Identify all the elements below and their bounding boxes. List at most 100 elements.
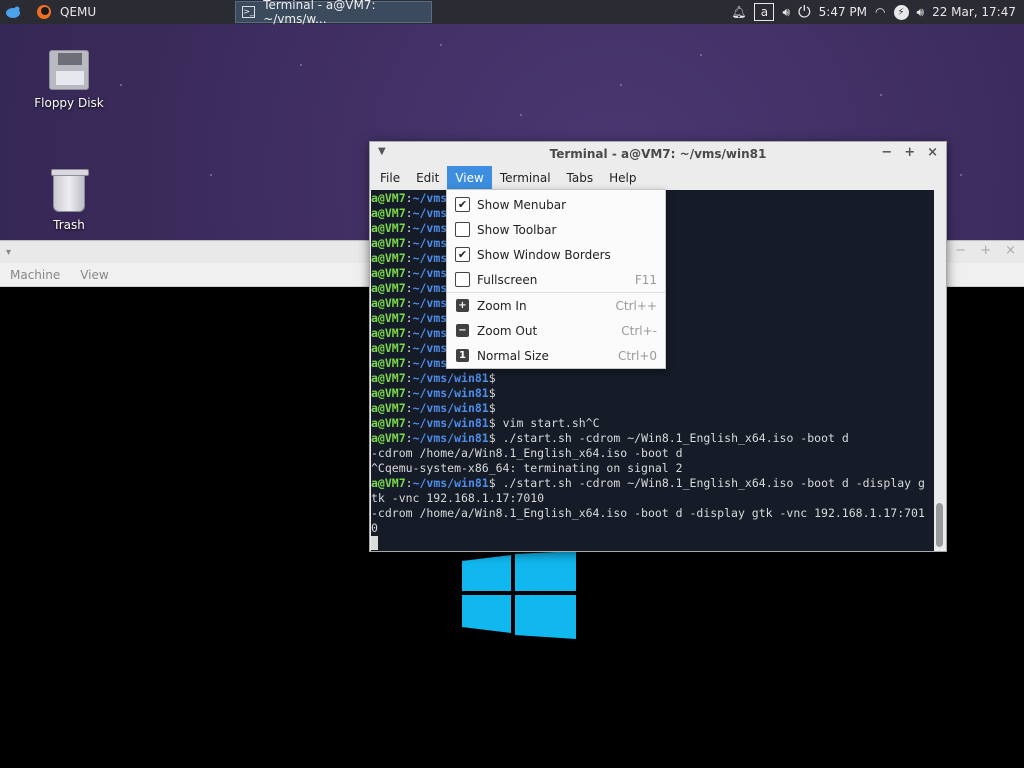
prompt-user: a@VM7 (371, 191, 406, 205)
menu-item-zoom-in[interactable]: + Zoom In Ctrl++ (447, 293, 665, 318)
prompt-separator: : (405, 326, 413, 340)
menu-item-show-window-borders[interactable]: ✔ Show Window Borders (447, 242, 665, 267)
prompt-user: a@VM7 (371, 266, 406, 280)
prompt-separator: : (405, 356, 413, 370)
terminal-line: a@VM7:~/vms/win81$ vim start.sh^C (371, 416, 934, 431)
qemu-icon (37, 5, 51, 19)
prompt-user: a@VM7 (371, 431, 406, 445)
checkbox-unchecked-icon[interactable] (455, 272, 470, 287)
prompt-user: a@VM7 (371, 356, 406, 370)
terminal-line-text: -cdrom /home/a/Win8.1_English_x64.iso -b… (371, 506, 925, 520)
prompt-dollar: $ (488, 476, 496, 490)
prompt-path: ~/vms/win81 (412, 476, 489, 490)
prompt-separator: : (405, 206, 413, 220)
prompt-separator: : (405, 266, 413, 280)
menu-item-label: Normal Size (477, 348, 549, 363)
checkbox-checked-icon[interactable]: ✔ (455, 197, 470, 212)
terminal-line: a@VM7:~/vms/win81$ ./start.sh -cdrom ~/W… (371, 476, 934, 491)
prompt-separator: : (405, 251, 413, 265)
prompt-separator: : (405, 296, 413, 310)
terminal-menu-terminal[interactable]: Terminal (492, 166, 559, 190)
prompt-user: a@VM7 (371, 236, 406, 250)
terminal-line: tk -vnc 192.168.1.17:7010 (371, 491, 934, 506)
desktop-icon-floppy[interactable]: Floppy Disk (24, 50, 114, 110)
checkbox-unchecked-icon[interactable] (455, 222, 470, 237)
qemu-launcher[interactable]: QEMU (26, 0, 106, 24)
desktop-icon-label: Trash (53, 218, 85, 232)
close-icon[interactable]: × (1005, 243, 1016, 258)
close-icon[interactable]: × (927, 145, 938, 160)
qemu-window-controls: − + × (955, 243, 1016, 258)
taskbar-terminal-button[interactable]: >_ Terminal - a@VM7: ~/vms/w... (235, 0, 432, 26)
prompt-separator: : (405, 221, 413, 235)
menu-item-label: Show Window Borders (477, 247, 611, 262)
terminal-scrollbar[interactable] (934, 190, 945, 551)
prompt-user: a@VM7 (371, 386, 406, 400)
prompt-user: a@VM7 (371, 296, 406, 310)
qemu-menu-view[interactable]: View (80, 268, 108, 282)
prompt-separator: : (405, 431, 413, 445)
menu-item-label: Show Toolbar (477, 222, 557, 237)
prompt-user: a@VM7 (371, 416, 406, 430)
terminal-line: a@VM7:~/vms/win81$ (371, 386, 934, 401)
power-icon[interactable]: ⏻ (798, 2, 811, 22)
menu-item-fullscreen[interactable]: Fullscreen F11 (447, 267, 665, 292)
terminal-line-text: vim start.sh^C (495, 416, 600, 430)
maximize-icon[interactable]: + (980, 243, 991, 258)
terminal-menu-view[interactable]: View (447, 166, 492, 190)
prompt-path: ~/vms/win81 (412, 416, 489, 430)
volume-icon[interactable]: 🔊︎ (782, 5, 790, 20)
terminal-menu-file[interactable]: File (372, 166, 408, 190)
text-cursor (371, 536, 378, 550)
prompt-separator: : (405, 236, 413, 250)
minimize-icon[interactable]: − (881, 145, 892, 160)
clock-time[interactable]: 5:47 PM (819, 5, 867, 19)
notification-bell-icon[interactable]: 🔔︎ (731, 5, 746, 19)
prompt-dollar: $ (488, 371, 496, 385)
qemu-menu-machine[interactable]: Machine (10, 268, 60, 282)
menu-item-shortcut: Ctrl+- (621, 323, 657, 338)
terminal-line: a@VM7:~/vms/win81$ ./start.sh -cdrom ~/W… (371, 431, 934, 446)
wifi-icon[interactable]: ◠ (875, 5, 885, 19)
terminal-line: a@VM7:~/vms/win81$ (371, 371, 934, 386)
menu-item-shortcut: Ctrl+0 (617, 348, 657, 363)
terminal-line-text: ./start.sh -cdrom ~/Win8.1_English_x64.i… (495, 476, 925, 490)
prompt-separator: : (405, 401, 413, 415)
menu-item-show-toolbar[interactable]: Show Toolbar (447, 217, 665, 242)
keyboard-layout-indicator[interactable]: a (754, 3, 775, 21)
scrollbar-thumb[interactable] (936, 503, 943, 547)
menu-item-label: Show Menubar (477, 197, 567, 212)
battery-charging-icon[interactable]: ⚡︎ (893, 4, 909, 20)
desktop-icon-trash[interactable]: Trash (24, 169, 114, 232)
checkbox-checked-icon[interactable]: ✔ (455, 247, 470, 262)
menu-item-label: Fullscreen (477, 272, 538, 287)
menu-item-normal-size[interactable]: 1 Normal Size Ctrl+0 (447, 343, 665, 368)
terminal-line-text: 0 (371, 521, 378, 535)
prompt-separator: : (405, 386, 413, 400)
maximize-icon[interactable]: + (904, 145, 915, 160)
terminal-line-text: ^Cqemu-system-x86_64: terminating on sig… (371, 461, 683, 475)
terminal-menubar: File Edit View Terminal Tabs Help (370, 166, 946, 190)
prompt-separator: : (405, 281, 413, 295)
trash-icon (51, 169, 89, 212)
menu-item-show-menubar[interactable]: ✔ Show Menubar (447, 192, 665, 217)
volume-icon[interactable]: 🔊︎ (917, 5, 925, 20)
window-menu-icon[interactable]: ▾ (6, 247, 11, 258)
prompt-separator: : (405, 371, 413, 385)
menu-item-zoom-out[interactable]: − Zoom Out Ctrl+- (447, 318, 665, 343)
prompt-user: a@VM7 (371, 251, 406, 265)
zoom-in-icon: + (456, 299, 469, 312)
clock-date[interactable]: 22 Mar, 17:47 (932, 5, 1016, 19)
window-menu-icon[interactable]: ▼ (378, 146, 386, 157)
minimize-icon[interactable]: − (955, 243, 966, 258)
prompt-user: a@VM7 (371, 311, 406, 325)
terminal-menu-help[interactable]: Help (601, 166, 644, 190)
terminal-menu-edit[interactable]: Edit (408, 166, 447, 190)
terminal-menu-tabs[interactable]: Tabs (559, 166, 602, 190)
top-panel: QEMU >_ Terminal - a@VM7: ~/vms/w... 🔔︎ … (0, 0, 1024, 26)
terminal-titlebar[interactable]: ▼ Terminal - a@VM7: ~/vms/win81 − + × (370, 142, 946, 166)
prompt-separator: : (405, 416, 413, 430)
prompt-dollar: $ (488, 401, 496, 415)
whisker-menu-button[interactable] (0, 0, 26, 24)
prompt-separator: : (405, 341, 413, 355)
